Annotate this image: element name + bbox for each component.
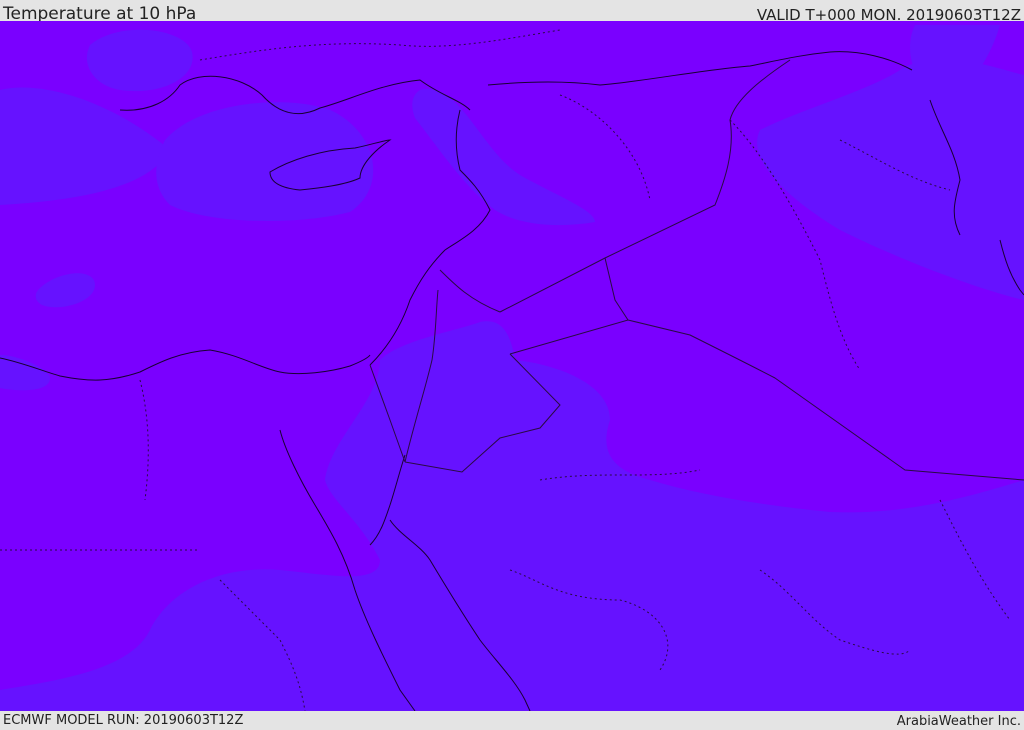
header-bar: Temperature at 10 hPa VALID T+000 MON. 2… <box>0 0 1024 24</box>
credit-label: ArabiaWeather Inc. <box>896 714 1021 729</box>
footer-bar: ECMWF MODEL RUN: 20190603T12Z ArabiaWeat… <box>0 711 1024 729</box>
model-run-label: ECMWF MODEL RUN: 20190603T12Z <box>3 713 244 728</box>
map-canvas <box>0 21 1024 711</box>
temperature-map[interactable] <box>0 21 1024 711</box>
